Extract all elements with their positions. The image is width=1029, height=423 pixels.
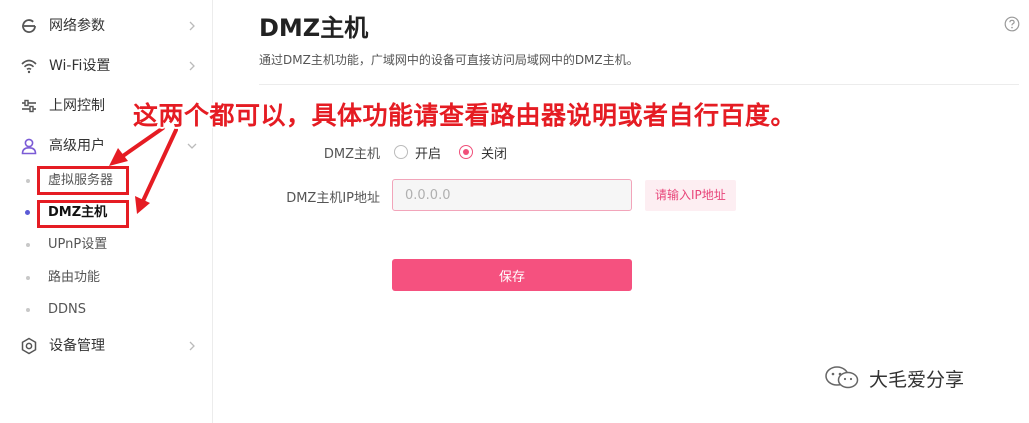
- bullet-dot: [25, 210, 30, 215]
- watermark-text: 大毛爱分享: [869, 368, 965, 391]
- page-title: DMZ主机: [259, 14, 369, 42]
- watermark: 大毛爱分享: [823, 363, 964, 393]
- ip-error-message: 请输入IP地址: [645, 180, 736, 211]
- wechat-icon: [825, 366, 859, 389]
- user-icon: [21, 138, 37, 155]
- sidebar-item-wifi[interactable]: Wi-Fi设置: [0, 48, 212, 84]
- chevron-right-icon: [189, 21, 195, 31]
- sidebar-subitem-routing[interactable]: 路由功能: [0, 263, 212, 293]
- wifi-icon: [21, 59, 37, 74]
- chevron-right-icon: [189, 61, 195, 71]
- radio-off-label[interactable]: 关闭: [481, 143, 507, 162]
- sidebar-item-label: 网络参数: [49, 18, 105, 34]
- sliders-icon: [22, 99, 36, 113]
- sidebar-subitem-ddns[interactable]: DDNS: [0, 295, 212, 325]
- sidebar-item-label: Wi-Fi设置: [49, 58, 111, 74]
- radio-off[interactable]: [459, 145, 473, 159]
- radio-on[interactable]: [394, 145, 408, 159]
- dmz-host-label: DMZ主机: [323, 147, 380, 162]
- network-e-icon: [22, 19, 36, 33]
- sidebar-item-network-params[interactable]: 网络参数: [0, 8, 212, 44]
- bullet-dot: [26, 308, 30, 312]
- dmz-ip-input[interactable]: [392, 179, 632, 211]
- chevron-right-icon: [189, 341, 195, 351]
- sidebar-item-label: 上网控制: [49, 98, 105, 114]
- save-button[interactable]: 保存: [392, 259, 632, 291]
- ip-address-label: DMZ主机IP地址: [286, 191, 380, 206]
- highlight-box-dmz-host: [37, 200, 129, 228]
- sidebar-subitem-upnp[interactable]: UPnP设置: [0, 230, 212, 260]
- divider: [259, 84, 1019, 85]
- sidebar-subitem-label: UPnP设置: [48, 237, 108, 252]
- chevron-down-icon: [187, 143, 197, 149]
- bullet-dot: [26, 179, 30, 183]
- sidebar-item-device-management[interactable]: 设备管理: [0, 328, 212, 364]
- sidebar-item-label: 设备管理: [49, 338, 105, 354]
- help-icon[interactable]: [1004, 16, 1020, 32]
- sidebar-item-advanced-user[interactable]: 高级用户: [0, 128, 212, 164]
- gear-icon: [21, 337, 37, 355]
- sidebar-item-label: 高级用户: [49, 138, 105, 154]
- sidebar-subitem-label: 路由功能: [48, 270, 101, 285]
- annotation-text: 这两个都可以，具体功能请查看路由器说明或者自行百度。: [133, 101, 797, 130]
- radio-on-label[interactable]: 开启: [415, 143, 441, 162]
- bullet-dot: [26, 276, 30, 280]
- sidebar-subitem-label: DDNS: [48, 302, 86, 317]
- bullet-dot: [26, 243, 30, 247]
- highlight-box-virtual-server: [37, 166, 129, 195]
- page-description: 通过DMZ主机功能，广域网中的设备可直接访问局域网中的DMZ主机。: [259, 53, 639, 67]
